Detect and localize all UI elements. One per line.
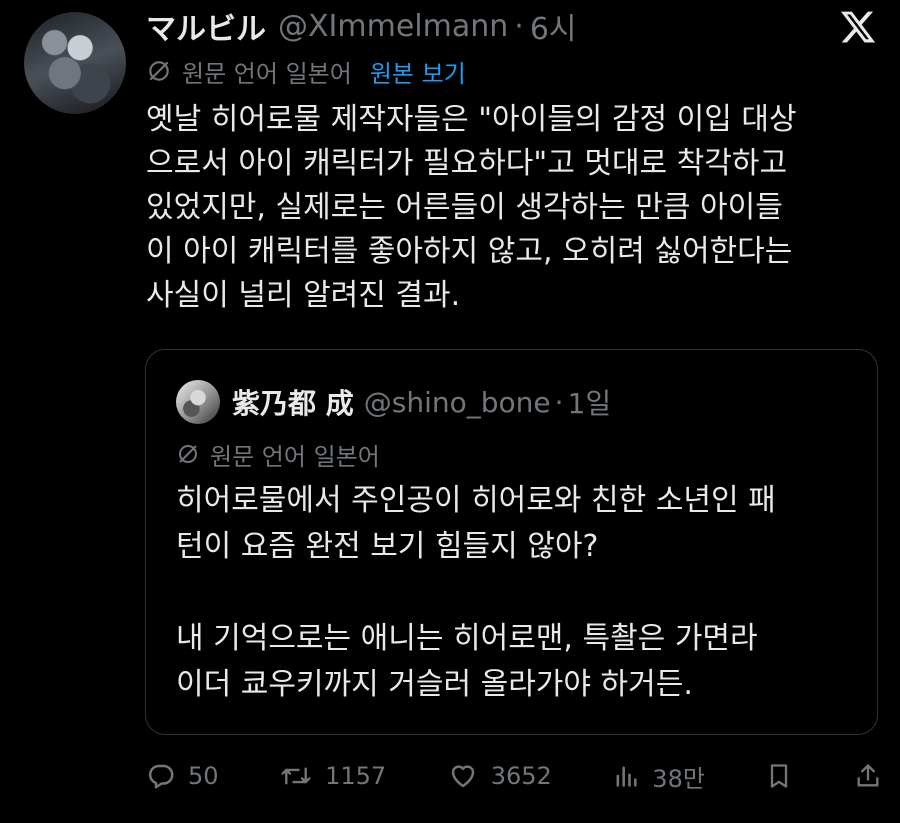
author-handle[interactable]: @XImmelmann	[278, 9, 508, 44]
like-button[interactable]: 3652	[447, 761, 552, 791]
views-button[interactable]: 38만	[612, 759, 705, 794]
heart-icon	[451, 765, 474, 788]
quoted-tweet-timestamp[interactable]: 1일	[568, 382, 612, 422]
share-button[interactable]	[854, 761, 882, 791]
quoted-body-line: 이더 쿄우키까지 거슬러 올라가야 하거든.	[176, 667, 693, 702]
like-count: 3652	[490, 762, 552, 790]
tweet-timestamp[interactable]: 6시	[530, 4, 577, 48]
quoted-author-handle[interactable]: @shino_bone	[364, 386, 551, 419]
tweet-body-line: 옛날 히어로물 제작자들은 "아이들의 감정 이입 대상	[146, 102, 797, 137]
quoted-tweet-header: 紫乃都 成 @shino_bone · 1일	[232, 380, 611, 424]
views-count: 38만	[652, 764, 705, 793]
header-separator: ·	[514, 8, 524, 44]
tweet-body-line: 있었지만, 실제로는 어른들이 생각하는 만큼 아이들	[146, 190, 783, 225]
tweet-body-line: 으로서 아이 캐릭터가 필요하다"고 멋대로 착각하고	[146, 146, 788, 181]
tweet-body-line: 이 아이 캐릭터를 좋아하지 않고, 오히려 싫어한다는	[146, 234, 793, 269]
retweet-button[interactable]: 1157	[279, 761, 386, 791]
translation-bar: 원문 언어 일본어 원본 보기	[146, 52, 466, 90]
quoted-author-display-name[interactable]: 紫乃都 成	[232, 382, 354, 422]
reply-count: 50	[188, 762, 219, 790]
quoted-tweet[interactable]: 紫乃都 成 @shino_bone · 1일 원문 언어 일본어 히어로물에서 …	[145, 349, 878, 735]
quoted-author-avatar[interactable]	[176, 380, 220, 424]
quoted-body-paragraph-gap	[176, 570, 866, 616]
views-icon	[616, 766, 637, 787]
bookmark-icon	[771, 764, 788, 788]
tweet-body-line: 사실이 널리 알려진 결과.	[146, 278, 461, 313]
retweet-count: 1157	[325, 762, 387, 790]
quoted-body-line: 히어로물에서 주인공이 히어로와 친한 소년인 패	[176, 483, 776, 518]
tweet-body: 옛날 히어로물 제작자들은 "아이들의 감정 이입 대상 으로서 아이 캐릭터가…	[146, 98, 886, 318]
reply-button[interactable]: 50	[146, 761, 219, 791]
tweet-actions: 50 1157 3652 38만	[146, 752, 882, 800]
retweet-icon	[281, 767, 311, 785]
x-logo-icon[interactable]	[838, 8, 878, 46]
no-translate-icon	[179, 445, 197, 463]
share-icon	[857, 764, 879, 787]
quoted-header-separator: ·	[554, 385, 564, 419]
quoted-body-line: 턴이 요즘 완전 보기 힘들지 않아?	[176, 529, 599, 564]
quoted-body-line: 내 기억으로는 애니는 히어로맨, 특촬은 가면라	[176, 621, 758, 656]
quoted-translation-bar: 원문 언어 일본어	[176, 436, 380, 472]
author-display-name[interactable]: マルビル	[146, 4, 266, 48]
author-avatar[interactable]	[24, 12, 126, 114]
source-language-label: 원문 언어 일본어	[182, 59, 352, 88]
quoted-tweet-body: 히어로물에서 주인공이 히어로와 친한 소년인 패 턴이 요즘 완전 보기 힘들…	[176, 478, 866, 708]
quoted-source-language-label: 원문 언어 일본어	[210, 442, 380, 471]
bookmark-button[interactable]	[765, 761, 793, 791]
tweet-header: マルビル @XImmelmann · 6시	[146, 4, 577, 48]
no-translate-icon	[149, 61, 169, 81]
view-original-link[interactable]: 원본 보기	[370, 54, 466, 89]
reply-icon	[148, 764, 174, 789]
